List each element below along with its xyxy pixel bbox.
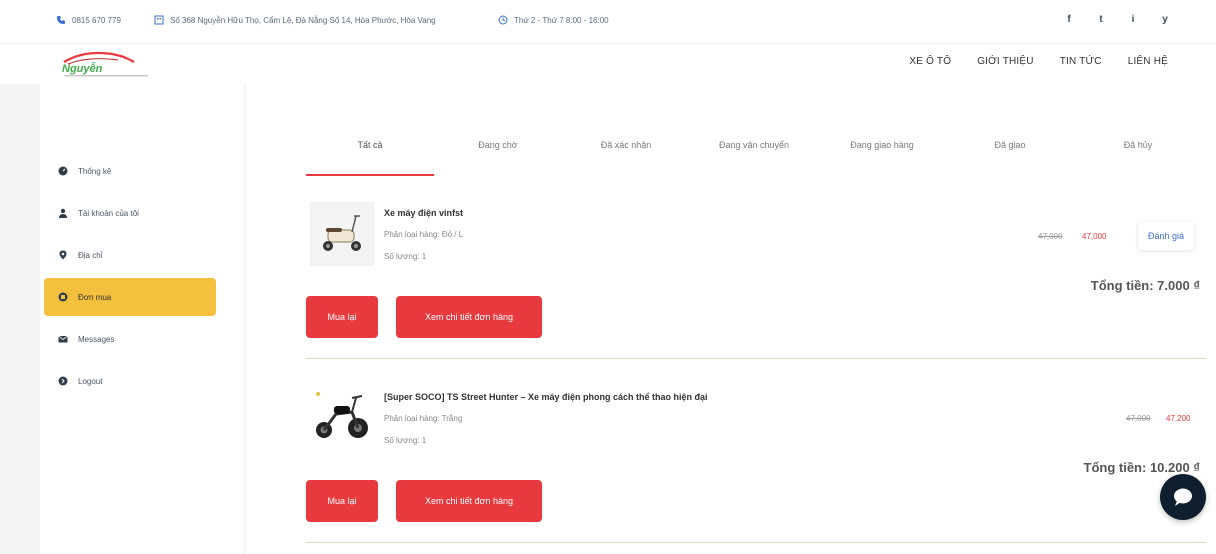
user-icon	[58, 208, 68, 218]
tab-confirmed[interactable]: Đã xác nhận	[562, 140, 690, 150]
chat-button[interactable]	[1160, 474, 1206, 520]
order-card: Xe máy điện vinfst Phân loại hàng: Đỏ / …	[306, 198, 1206, 359]
product-name[interactable]: [Super SOCO] TS Street Hunter – Xe máy đ…	[384, 392, 708, 402]
sale-price: 47,200	[1166, 414, 1191, 423]
phone-icon	[57, 16, 65, 24]
order-icon	[58, 292, 68, 302]
view-order-detail-button[interactable]: Xem chi tiết đơn hàng	[396, 296, 542, 338]
account-sidebar: Thống kê Tài khoản của tôi Địa chỉ Đơn m…	[40, 84, 244, 554]
sidebar-item-messages[interactable]: Messages	[44, 320, 216, 358]
sidebar-item-orders[interactable]: Đơn mua	[44, 278, 216, 316]
product-quantity: Số lượng: 1	[384, 252, 427, 261]
sidebar-item-dashboard[interactable]: Thống kê	[44, 152, 216, 190]
active-tab-indicator	[306, 174, 434, 176]
sidebar-item-label: Thống kê	[78, 166, 112, 176]
address-info: Số 368 Nguyễn Hữu Thọ, Cẩm Lệ, Đà Nẵng S…	[154, 15, 436, 25]
site-logo[interactable]: Nguyễn	[58, 48, 154, 80]
rate-button[interactable]: Đánh giá	[1138, 222, 1194, 250]
orders-content: Tất cả Đang chờ Đã xác nhận Đang vận chu…	[246, 84, 1216, 554]
sidebar-item-label: Địa chỉ	[78, 250, 103, 260]
nav-item-news[interactable]: TIN TỨC	[1060, 56, 1102, 67]
order-total: Tổng tiền: 10.200 ₫	[1083, 460, 1200, 475]
logo-text: Nguyễn	[62, 62, 103, 75]
sale-price: 47,000	[1082, 232, 1107, 241]
original-price: 47,000	[1126, 414, 1151, 423]
tab-delivered[interactable]: Đã giao	[946, 140, 1074, 150]
page-body: Thống kê Tài khoản của tôi Địa chỉ Đơn m…	[0, 84, 1216, 554]
address-text: Số 368 Nguyễn Hữu Thọ, Cẩm Lệ, Đà Nẵng S…	[170, 15, 436, 25]
sidebar-item-account[interactable]: Tài khoản của tôi	[44, 194, 216, 232]
mail-icon	[58, 334, 68, 344]
instagram-icon[interactable]: i	[1128, 14, 1138, 25]
top-info-bar: 0815 670 779 Số 368 Nguyễn Hữu Thọ, Cẩm …	[0, 0, 1216, 44]
nav-item-contact[interactable]: LIÊN HỆ	[1128, 56, 1168, 67]
product-thumbnail[interactable]	[310, 384, 374, 448]
sidebar-item-address[interactable]: Địa chỉ	[44, 236, 216, 274]
phone-info[interactable]: 0815 670 779	[56, 15, 121, 25]
tab-cancelled[interactable]: Đã hủy	[1074, 140, 1202, 150]
tab-shipping[interactable]: Đang vận chuyển	[690, 140, 818, 150]
youtube-icon[interactable]: y	[1160, 14, 1170, 25]
logout-icon	[58, 376, 68, 386]
site-header: Nguyễn XE Ô TÔ GIỚI THIỆU TIN TỨC LIÊN H…	[0, 44, 1216, 84]
tab-delivering[interactable]: Đang giao hàng	[818, 140, 946, 150]
sidebar-item-label: Đơn mua	[78, 292, 112, 302]
order-total: Tổng tiền: 7.000 ₫	[1090, 278, 1200, 293]
tab-all[interactable]: Tất cả	[306, 140, 434, 150]
sidebar-item-label: Messages	[78, 334, 115, 344]
sidebar-item-label: Tài khoản của tôi	[78, 208, 139, 218]
original-price: 47,000	[1038, 232, 1063, 241]
building-icon	[154, 15, 164, 25]
product-name[interactable]: Xe máy điện vinfst	[384, 208, 463, 218]
order-divider	[306, 542, 1206, 543]
nav-item-about[interactable]: GIỚI THIỆU	[977, 56, 1034, 67]
facebook-icon[interactable]: f	[1064, 14, 1074, 25]
buy-again-button[interactable]: Mua lại	[306, 296, 378, 338]
order-status-tabs: Tất cả Đang chờ Đã xác nhận Đang vận chu…	[306, 124, 1206, 176]
product-thumbnail[interactable]	[310, 202, 374, 266]
dashboard-icon	[58, 166, 68, 176]
location-icon	[58, 250, 68, 260]
order-card: [Super SOCO] TS Street Hunter – Xe máy đ…	[306, 382, 1206, 543]
order-divider	[306, 358, 1206, 359]
hours-info: Thứ 2 - Thứ 7 8:00 - 16:00	[498, 15, 609, 25]
product-quantity: Số lượng: 1	[384, 436, 427, 445]
product-variant: Phân loại hàng: Đỏ / L	[384, 230, 464, 239]
tab-pending[interactable]: Đang chờ	[434, 140, 562, 150]
social-links: f t i y	[1064, 14, 1170, 25]
sidebar-item-logout[interactable]: Logout	[44, 362, 216, 400]
sidebar-item-label: Logout	[78, 376, 103, 386]
hours-text: Thứ 2 - Thứ 7 8:00 - 16:00	[514, 15, 609, 25]
nav-item-cars[interactable]: XE Ô TÔ	[909, 56, 951, 67]
buy-again-button[interactable]: Mua lại	[306, 480, 378, 522]
chat-bubble-icon	[1174, 488, 1192, 506]
clock-icon	[498, 15, 508, 25]
main-nav: XE Ô TÔ GIỚI THIỆU TIN TỨC LIÊN HỆ	[909, 56, 1168, 67]
twitter-icon[interactable]: t	[1096, 14, 1106, 25]
product-variant: Phân loại hàng: Trắng	[384, 414, 463, 423]
view-order-detail-button[interactable]: Xem chi tiết đơn hàng	[396, 480, 542, 522]
phone-text: 0815 670 779	[72, 15, 121, 25]
